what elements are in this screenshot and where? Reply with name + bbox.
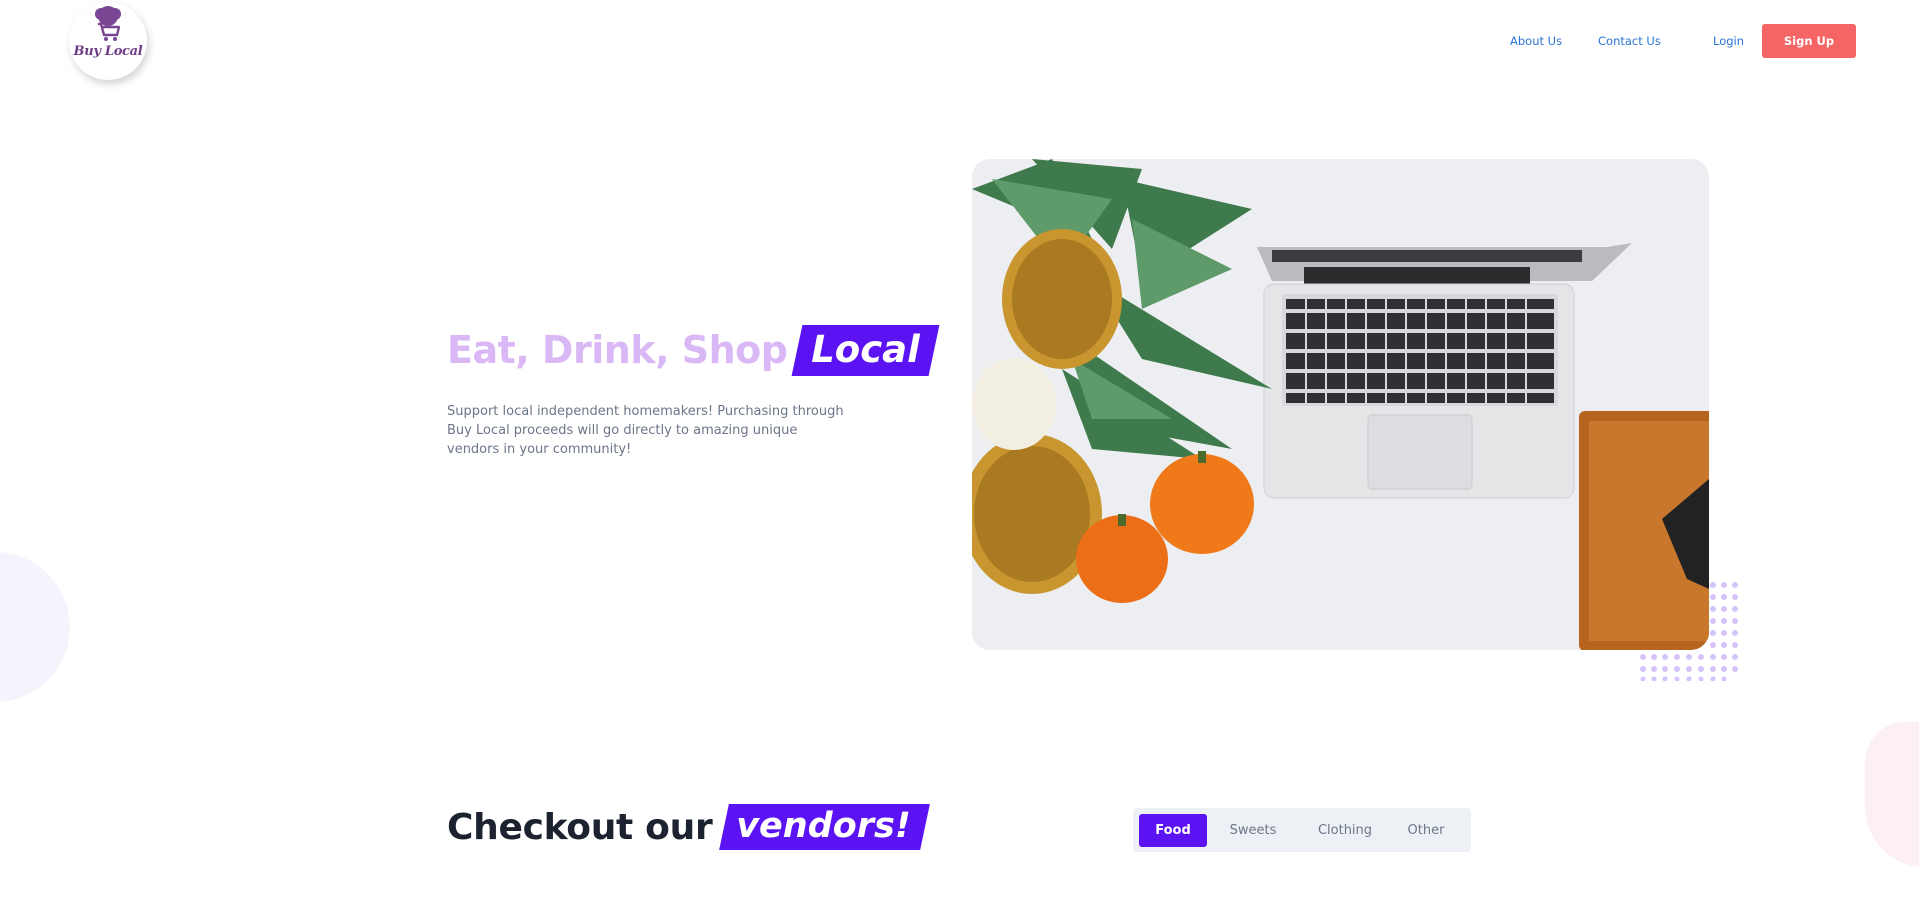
decorative-blob-right xyxy=(1865,722,1919,867)
hero-title-highlight: Local xyxy=(792,324,940,376)
nav-about-link[interactable]: About Us xyxy=(1510,34,1562,48)
hero-title-highlight-text: Local xyxy=(811,327,921,371)
shopping-cart-logo-icon xyxy=(95,6,121,41)
vendors-title-highlight: vendors! xyxy=(719,804,930,850)
nav-contact-link[interactable]: Contact Us xyxy=(1598,34,1661,48)
hero-description: Support local independent homemakers! Pu… xyxy=(447,404,844,457)
decorative-blob-left xyxy=(0,552,70,702)
hero-title: Eat, Drink, Shop Local xyxy=(447,322,940,378)
pineapples-laptop-photo xyxy=(972,159,1709,650)
tab-clothing[interactable]: Clothing xyxy=(1299,814,1391,847)
vendors-title-prefix: Checkout our xyxy=(447,806,713,848)
decorative-dots xyxy=(1640,582,1738,681)
tab-food[interactable]: Food xyxy=(1139,813,1207,847)
vendors-title: Checkout our vendors! xyxy=(447,804,930,850)
nav-login-link[interactable]: Login xyxy=(1713,34,1744,48)
logo-text: Buy Local xyxy=(73,44,143,59)
tab-sweets[interactable]: Sweets xyxy=(1207,814,1299,847)
vendor-category-tabs: Food Sweets Clothing Other xyxy=(1133,808,1471,852)
tab-other[interactable]: Other xyxy=(1391,814,1461,847)
vendors-title-highlight-text: vendors! xyxy=(736,806,912,846)
signup-button[interactable]: Sign Up xyxy=(1762,24,1856,58)
hero-title-prefix: Eat, Drink, Shop xyxy=(447,328,788,372)
hero-image xyxy=(972,159,1709,650)
brand-logo[interactable]: Buy Local xyxy=(69,2,147,80)
